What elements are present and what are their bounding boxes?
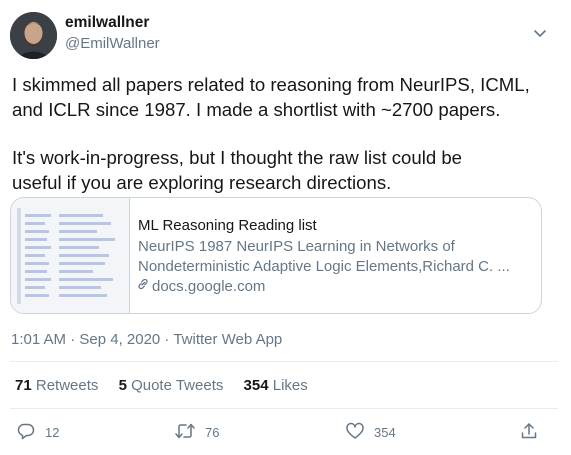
card-title[interactable]: ML Reasoning Reading list <box>138 217 317 234</box>
tweet-text-line: and ICLR since 1987. I made a shortlist … <box>12 99 501 120</box>
card-description-line: Nondeterministic Adaptive Logic Elements… <box>138 258 510 275</box>
card-thumbnail <box>11 198 130 313</box>
tweet-timestamp[interactable]: 1:01 AM · Sep 4, 2020 · Twitter Web App <box>11 331 282 348</box>
card-description-line: NeurIPS 1987 NeurIPS Learning in Network… <box>138 238 455 255</box>
avatar[interactable] <box>10 12 57 59</box>
quotes-label: Quote Tweets <box>131 377 224 394</box>
likes-count: 354 <box>243 377 269 394</box>
avatar-image <box>10 12 57 59</box>
retweets-stat[interactable]: 71 Retweets <box>15 377 98 394</box>
reply-button[interactable]: 12 <box>16 422 59 442</box>
divider <box>10 361 558 362</box>
divider <box>10 408 558 409</box>
likes-stat[interactable]: 354 Likes <box>244 377 308 394</box>
tweet-text-line: I skimmed all papers related to reasonin… <box>12 74 530 95</box>
retweets-count: 71 <box>15 377 32 394</box>
heart-icon <box>345 421 365 444</box>
card-domain-text: docs.google.com <box>152 277 266 295</box>
user-handle[interactable]: @EmilWallner <box>65 35 160 52</box>
like-count: 354 <box>374 424 396 440</box>
reply-icon <box>16 421 36 444</box>
tweet-stats: 71 Retweets 5 Quote Tweets 354 Likes <box>15 377 324 394</box>
chevron-down-icon[interactable] <box>533 26 547 40</box>
tweet-text-line: It's work-in-progress, but I thought the… <box>12 147 463 168</box>
link-card[interactable] <box>10 197 542 314</box>
share-icon <box>519 421 539 444</box>
quotes-count: 5 <box>118 377 127 394</box>
retweet-button[interactable]: 76 <box>174 422 219 442</box>
retweet-icon <box>174 421 196 444</box>
display-name[interactable]: emilwallner <box>65 14 149 32</box>
quote-tweets-stat[interactable]: 5 Quote Tweets <box>119 377 224 394</box>
retweet-count: 76 <box>205 424 220 440</box>
card-domain[interactable]: docs.google.com <box>136 277 265 295</box>
likes-label: Likes <box>272 377 308 394</box>
retweets-label: Retweets <box>35 377 99 394</box>
link-icon <box>136 277 150 295</box>
like-button[interactable]: 354 <box>345 422 396 442</box>
reply-count: 12 <box>45 424 60 440</box>
tweet-text-line: useful if you are exploring research dir… <box>12 172 392 193</box>
share-button[interactable] <box>519 422 539 442</box>
